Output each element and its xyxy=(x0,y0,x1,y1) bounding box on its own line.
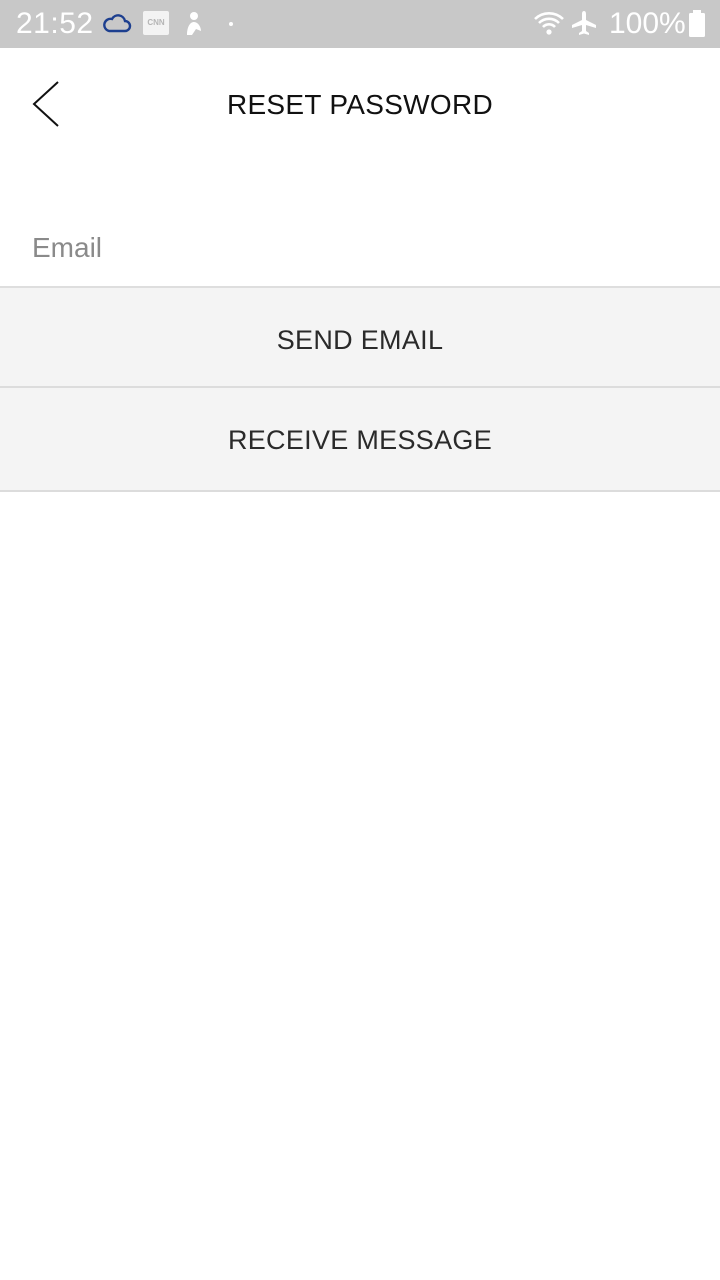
cnn-icon: CNN xyxy=(143,11,169,35)
battery-percentage: 100% xyxy=(609,7,686,40)
receive-message-button[interactable]: RECEIVE MESSAGE xyxy=(0,388,720,492)
email-field[interactable] xyxy=(0,210,720,288)
person-icon xyxy=(182,11,206,42)
page-title: RESET PASSWORD xyxy=(226,89,494,120)
wifi-icon xyxy=(533,10,565,41)
status-time: 21:52 xyxy=(16,7,94,40)
dot-icon xyxy=(229,22,233,26)
status-bar: 21:52 CNN 100% xyxy=(0,0,720,48)
airplane-icon xyxy=(570,9,598,42)
header: RESET PASSWORD xyxy=(0,48,720,160)
send-email-button[interactable]: SEND EMAIL xyxy=(0,288,720,388)
cloud-icon xyxy=(102,12,132,39)
battery-icon xyxy=(688,10,706,43)
